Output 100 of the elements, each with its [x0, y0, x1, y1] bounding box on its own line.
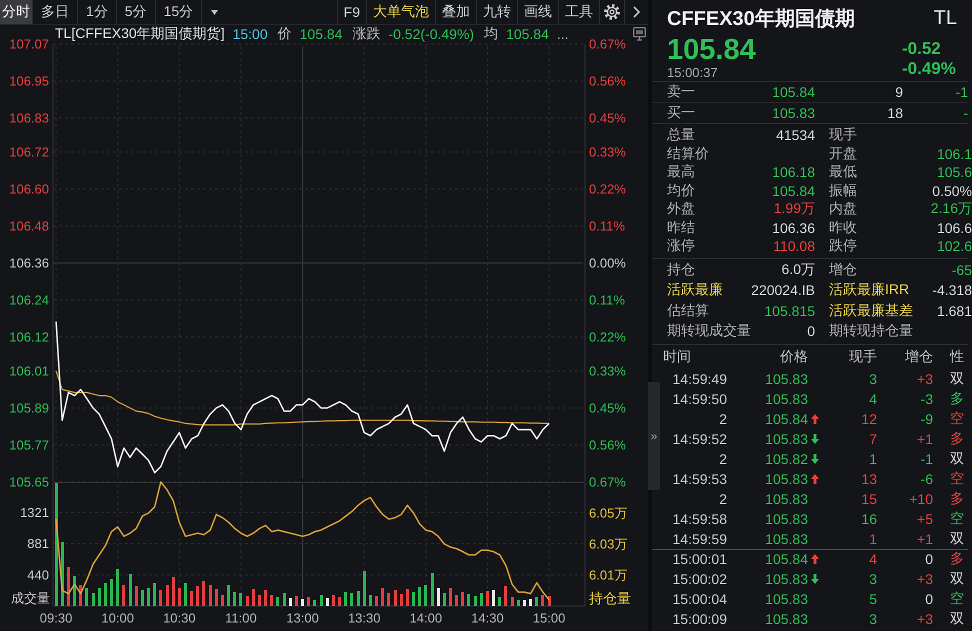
stat-label: 最低: [829, 163, 857, 182]
chart-time: 15:00: [232, 26, 268, 42]
trade-type: 空: [949, 590, 965, 608]
stat-value: 6.0万: [782, 260, 815, 279]
time-axis-label: 11:00: [225, 610, 257, 626]
trade-type: 双: [949, 570, 965, 588]
column-header: 价格: [779, 348, 808, 366]
volume-axis-label: 440: [27, 567, 49, 582]
trade-time: 15:00:04: [672, 590, 727, 606]
stat-label: 活跃最廉基差: [829, 302, 913, 320]
trade-volume: 4: [868, 550, 877, 566]
trade-volume: 16: [860, 510, 877, 526]
trade-volume: 7: [868, 430, 877, 446]
stat-value: 105.84: [772, 182, 815, 199]
stat-value: -4.318: [932, 282, 972, 298]
open-interest-axis-title: 持仓量: [589, 590, 631, 606]
open-interest-change: +3: [916, 570, 933, 586]
open-interest-change: 0: [924, 590, 933, 606]
field-value: 105.84: [506, 26, 549, 42]
stat-label: 均价: [667, 182, 695, 200]
time-axis-label: 14:00: [410, 610, 442, 626]
price-axis-label: 106.48: [9, 218, 49, 234]
stat-value: 105.6: [936, 164, 972, 180]
price-axis-label: 106.95: [9, 74, 49, 89]
stat-value: 41534: [776, 127, 815, 144]
trade-time: 15:00:02: [672, 570, 727, 586]
open-interest-change: -9: [920, 410, 933, 426]
stat-label: 估结算: [667, 302, 709, 320]
trade-type: 空: [949, 410, 965, 428]
stat-label: 开盘: [829, 144, 857, 163]
last-price: 105.84: [667, 36, 756, 64]
trade-time: 14:59:58: [672, 510, 727, 526]
column-header: 现手: [848, 348, 877, 366]
trade-price: 105.83: [764, 530, 808, 546]
percent-axis-label: 0.67%: [589, 36, 626, 52]
stat-value: 110.08: [773, 238, 815, 254]
stat-label: 活跃最廉IRR: [829, 281, 910, 300]
open-interest-axis-label: 6.01万: [589, 568, 628, 582]
stat-value: -65: [952, 262, 972, 278]
time-axis-label: 14:30: [471, 610, 504, 626]
trade-volume: 15: [860, 490, 877, 506]
open-interest-change: +5: [916, 510, 933, 526]
stat-value: 106.1: [936, 146, 972, 162]
order-book-volume: 9: [894, 84, 903, 100]
time-axis-label: 13:00: [286, 610, 319, 626]
stat-value: 106.36: [772, 220, 815, 236]
price-axis-label: 106.60: [9, 181, 49, 196]
percent-axis-label: 0.45%: [589, 110, 626, 126]
trade-price: 105.83: [764, 390, 808, 406]
field-label: 涨跌: [352, 24, 380, 42]
price-axis-label: 106.01: [9, 363, 49, 378]
percent-axis-label: 0.11%: [589, 218, 625, 234]
open-interest-change: +10: [908, 490, 933, 506]
instrument-symbol: TL[CFFEX30年期国债期货]: [55, 24, 225, 42]
price-axis-label: 105.65: [9, 474, 49, 490]
price-axis-label: 106.24: [9, 292, 49, 308]
stat-label: 振幅: [829, 182, 857, 200]
column-header: 性: [948, 348, 965, 366]
trade-volume: 4: [868, 390, 877, 406]
field-label: 价: [278, 24, 292, 42]
percent-axis-label: 0.33%: [589, 144, 626, 160]
field-value: -0.52(-0.49%): [388, 26, 474, 42]
time-axis-label: 10:30: [163, 610, 196, 626]
stat-label: 内盘: [829, 200, 857, 218]
trade-type: 双: [949, 450, 965, 468]
stat-value: 106.18: [772, 164, 815, 180]
stat-value: 2.16万: [930, 200, 972, 218]
open-interest-change: -6: [920, 470, 933, 486]
field-label: 均: [484, 24, 498, 42]
stat-value: 0.50%: [932, 182, 972, 199]
volume-axis-title: 成交量: [11, 590, 50, 606]
time-axis-label: 10:00: [101, 610, 134, 626]
stat-label: 期转现持仓量: [829, 322, 913, 340]
trade-time: 14:59:49: [672, 370, 727, 386]
open-interest-axis-label: 6.03万: [589, 536, 628, 552]
volume-axis-label: 1321: [20, 504, 49, 520]
trade-volume: 5: [868, 590, 877, 606]
stat-label: 总量: [667, 126, 695, 144]
price-axis-label: 106.36: [9, 256, 49, 270]
trade-price: 105.84: [764, 410, 808, 426]
stat-value: 105.815: [764, 302, 815, 319]
trade-time: 2: [718, 490, 727, 506]
more-indicator: ...: [556, 26, 569, 42]
time-axis-label: 09:30: [40, 610, 72, 626]
stat-label: 增仓: [829, 260, 857, 279]
field-value: 105.84: [300, 26, 342, 42]
percent-axis-label: 0.45%: [589, 400, 626, 416]
trade-volume: 1: [868, 530, 877, 546]
column-header: 增仓: [904, 348, 933, 366]
trade-time: 14:59:53: [672, 470, 727, 486]
trade-price: 105.83: [764, 510, 808, 526]
trade-price: 105.83: [764, 470, 808, 486]
stat-value: 1.681: [936, 302, 972, 319]
stat-label: 外盘: [667, 200, 695, 218]
time-axis-label: 15:00: [532, 610, 566, 626]
stat-label: 期转现成交量: [667, 322, 751, 340]
trade-time: 15:00:01: [672, 550, 727, 566]
open-interest-change: -1: [920, 450, 933, 466]
open-interest-axis-label: 6.05万: [589, 506, 628, 520]
trade-time: 2: [718, 410, 727, 426]
